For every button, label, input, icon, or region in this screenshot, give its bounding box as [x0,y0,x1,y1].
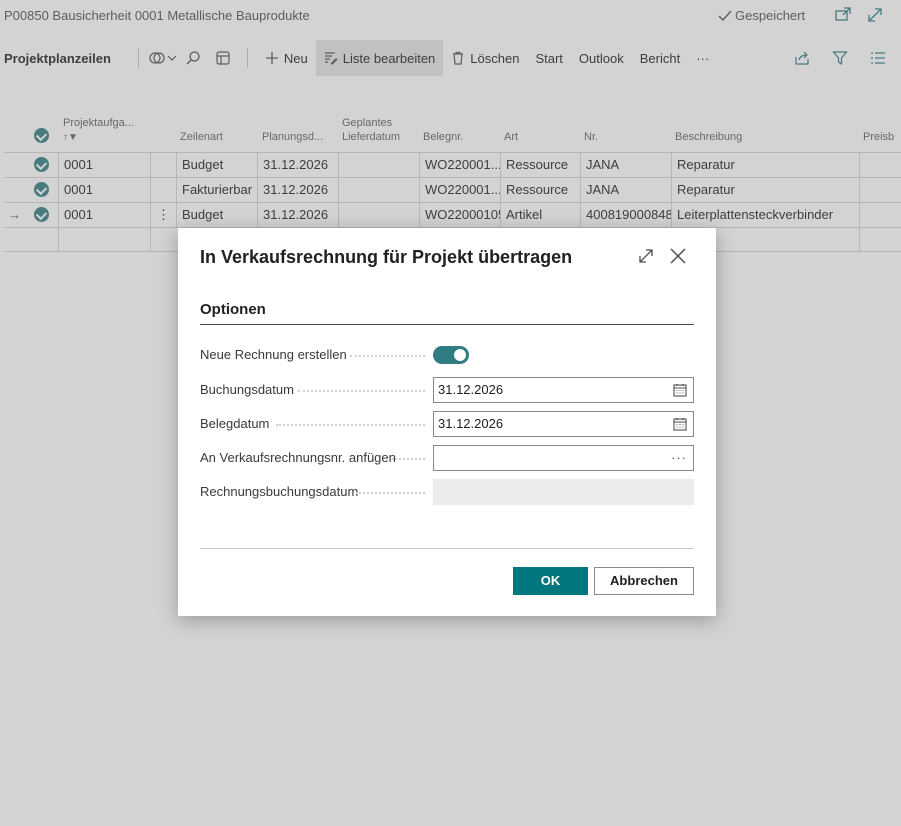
append-invoice-row: An Verkaufsrechnungsnr. anfügen ··· [200,445,694,471]
posting-date-label: Buchungsdatum [200,382,294,397]
dotted-leader [350,355,425,357]
append-invoice-label: An Verkaufsrechnungsnr. anfügen [200,450,396,465]
document-date-value: 31.12.2026 [438,416,504,431]
expand-icon[interactable] [636,246,656,266]
new-invoice-label: Neue Rechnung erstellen [200,347,347,362]
calendar-icon[interactable] [673,417,687,431]
new-invoice-toggle[interactable] [433,346,469,364]
dotted-leader [298,390,425,392]
posting-date-field[interactable]: 31.12.2026 [433,377,694,403]
dotted-leader [276,424,425,426]
footer-divider [200,548,694,549]
lookup-ellipsis-icon[interactable]: ··· [671,446,687,470]
close-icon[interactable] [668,246,688,266]
dotted-leader [356,492,425,494]
posting-date-value: 31.12.2026 [438,382,504,397]
posting-date-row: Buchungsdatum 31.12.2026 [200,377,694,403]
calendar-icon[interactable] [673,383,687,397]
append-invoice-field[interactable]: ··· [433,445,694,471]
document-date-field[interactable]: 31.12.2026 [433,411,694,437]
invoice-posting-date-field [433,479,694,505]
dotted-leader [392,458,425,460]
new-invoice-row: Neue Rechnung erstellen [200,342,694,368]
section-divider [200,324,694,325]
document-date-label: Belegdatum [200,416,270,431]
dialog-title: In Verkaufsrechnung für Projekt übertrag… [200,247,573,267]
cancel-button[interactable]: Abbrechen [594,567,694,595]
transfer-dialog: In Verkaufsrechnung für Projekt übertrag… [178,228,716,616]
section-title: Optionen [200,301,266,318]
ok-button[interactable]: OK [513,567,588,595]
invoice-posting-date-label: Rechnungsbuchungsdatum [200,484,359,499]
invoice-posting-date-row: Rechnungsbuchungsdatum [200,479,694,505]
document-date-row: Belegdatum 31.12.2026 [200,411,694,437]
